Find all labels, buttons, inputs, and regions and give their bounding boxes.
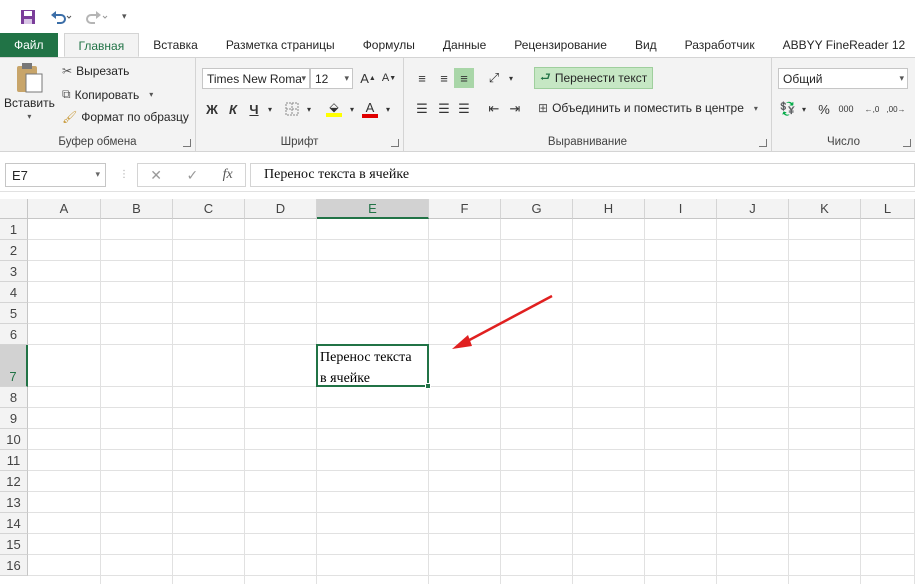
annotation-arrow (452, 294, 553, 349)
